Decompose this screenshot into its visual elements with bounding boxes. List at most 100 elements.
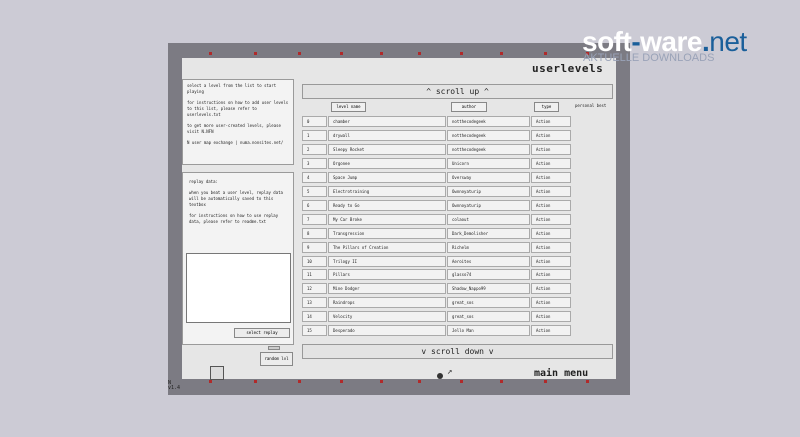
level-name: drywall [328,129,446,141]
info-panel: select a level from the list to start pl… [182,79,294,165]
level-row[interactable]: 11 Pillars glasso74 Action [302,269,571,281]
level-author: notthecodegeek [447,143,530,155]
level-number: 13 [302,297,327,309]
level-row[interactable]: 7 My Car Broke colaout Action [302,213,571,225]
personal-best-header: personal best [575,103,607,108]
info-line: N user map exchange | numa.nonsites.net/ [187,140,284,145]
level-type: Action [531,283,571,295]
level-type: Action [531,213,571,225]
info-line: select a level from the list to start pl… [187,83,277,94]
level-row[interactable]: 6 Ready to Go Ownnoyaturip Action [302,199,571,211]
level-author: Ownnoyaturip [447,185,530,197]
level-type: Action [531,129,571,141]
watermark-logo: soft-ware.net AKTUELLE DOWNLOADS [582,26,747,64]
level-author: great_sos [447,311,530,323]
level-author: Oversway [447,171,530,183]
level-name: Space Jump [328,171,446,183]
level-author: great_sos [447,297,530,309]
level-number: 1 [302,129,327,141]
level-type: Action [531,269,571,281]
level-number: 0 [302,116,327,127]
level-name: Ready to Go [328,199,446,211]
scroll-up-button[interactable]: ^ scroll up ^ [302,84,613,99]
replay-text: for instructions on how to use replay da… [189,213,279,224]
level-type: Action [531,325,571,337]
level-row[interactable]: 15 Desperado Jello Man Action [302,325,571,337]
sort-type-button[interactable]: type [534,102,559,112]
replay-data-textbox[interactable] [186,253,291,323]
red-marker [209,380,212,383]
level-row[interactable]: 14 Velocity great_sos Action [302,311,571,323]
scroll-down-button[interactable]: v scroll down v [302,344,613,359]
red-marker [380,52,383,55]
red-marker [254,52,257,55]
level-author: colaout [447,213,530,225]
replay-text: when you beat a user level, replay data … [189,190,283,207]
level-number: 10 [302,255,327,267]
small-toggle-button[interactable] [268,346,280,350]
level-type: Action [531,311,571,323]
level-row[interactable]: 13 Raindrops great_sos Action [302,297,571,309]
level-author: Ownnoyaturip [447,199,530,211]
red-marker [586,380,589,383]
level-number: 9 [302,241,327,253]
level-type: Action [531,241,571,253]
level-name: Sleepy Rocket [328,143,446,155]
main-menu-button[interactable]: main menu [534,368,588,379]
level-row[interactable]: 0 chamber notthecodegeek Action [302,116,571,127]
red-marker [460,380,463,383]
level-type: Action [531,297,571,309]
level-author: glasso74 [447,269,530,281]
red-marker [209,52,212,55]
level-number: 7 [302,213,327,225]
level-author: Jello Man [447,325,530,337]
level-author: Unicorn [447,157,530,169]
level-name: Orgonee [328,157,446,169]
level-row[interactable]: 12 Mine Dodger Shadow_Nappo99 Action [302,283,571,295]
level-author: Shadow_Nappo99 [447,283,530,295]
info-line: for instructions on how to add user leve… [187,100,289,117]
random-level-button[interactable]: random lvl [260,352,293,366]
level-row[interactable]: 10 Trilogy II Aeroites Action [302,255,571,267]
sort-level-name-button[interactable]: level name [331,102,366,112]
level-row[interactable]: 8 Transgression Dark_Demolisher Action [302,227,571,239]
select-replay-button[interactable]: select replay [234,328,290,338]
level-name: Desperado [328,325,446,337]
level-number: 6 [302,199,327,211]
level-name: My Car Broke [328,213,446,225]
level-type: Action [531,199,571,211]
level-row[interactable]: 2 Sleepy Rocket notthecodegeek Action [302,143,571,155]
level-author: Dark_Demolisher [447,227,530,239]
level-name: Trilogy II [328,255,446,267]
level-name: Raindrops [328,297,446,309]
level-name: The Pillars of Creation [328,241,446,253]
red-marker [418,380,421,383]
red-marker [500,380,503,383]
level-type: Action [531,143,571,155]
level-author: Richelm [447,241,530,253]
level-number: 11 [302,269,327,281]
level-number: 15 [302,325,327,337]
red-marker [544,380,547,383]
level-name: Transgression [328,227,446,239]
level-type: Action [531,255,571,267]
replay-title: replay data: [189,179,218,184]
player-ninja-icon [437,373,443,379]
level-row[interactable]: 4 Space Jump Oversway Action [302,171,571,183]
sort-author-button[interactable]: author [451,102,487,112]
version-label: N v1.4 [168,380,181,391]
level-row[interactable]: 3 Orgonee Unicorn Action [302,157,571,169]
level-number: 14 [302,311,327,323]
drone-icon: ↗ [447,367,453,377]
level-name: chamber [328,116,446,127]
level-row[interactable]: 9 The Pillars of Creation Richelm Action [302,241,571,253]
level-row[interactable]: 1 drywall notthecodegeek Action [302,129,571,141]
level-number: 4 [302,171,327,183]
level-type: Action [531,171,571,183]
level-number: 2 [302,143,327,155]
red-marker [544,52,547,55]
level-name: Mine Dodger [328,283,446,295]
red-marker [340,52,343,55]
level-row[interactable]: 5 Electrotraining Ownnoyaturip Action [302,185,571,197]
level-name: Pillars [328,269,446,281]
